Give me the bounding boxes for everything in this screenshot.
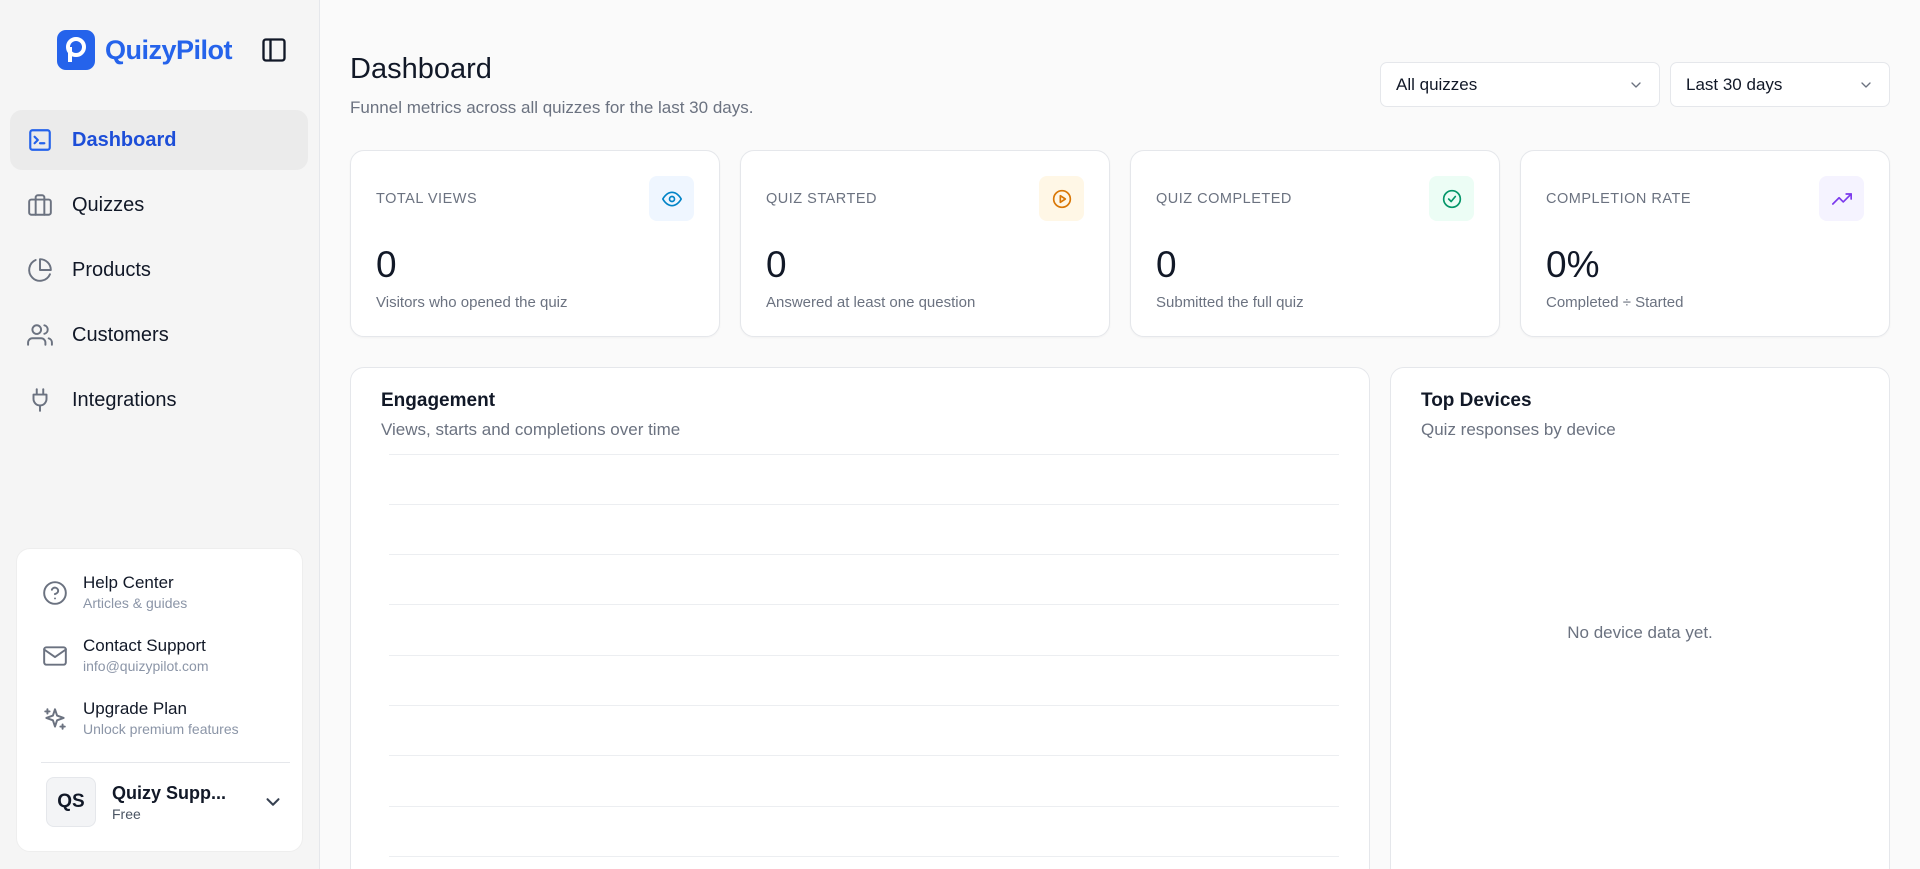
chart-gridline xyxy=(389,856,1339,857)
chart-gridline xyxy=(389,755,1339,756)
check-circle-icon xyxy=(1429,176,1474,221)
stat-description: Visitors who opened the quiz xyxy=(376,294,568,311)
panel-left-icon xyxy=(262,38,286,62)
quiz-filter-select[interactable]: All quizzes xyxy=(1380,62,1660,107)
sidebar-item-dashboard[interactable]: Dashboard xyxy=(10,110,308,170)
eye-icon xyxy=(649,176,694,221)
chart-gridline xyxy=(389,604,1339,605)
sidebar-item-integrations[interactable]: Integrations xyxy=(10,370,308,430)
quiz-filter-value: All quizzes xyxy=(1396,74,1478,94)
sidebar-item-customers[interactable]: Customers xyxy=(10,305,308,365)
logo[interactable]: QuizyPilot xyxy=(57,30,233,70)
chart-gridline xyxy=(389,806,1339,807)
sidebar-item-products[interactable]: Products xyxy=(10,240,308,300)
empty-state-message: No device data yet. xyxy=(1567,623,1713,642)
date-range-select[interactable]: Last 30 days xyxy=(1670,62,1890,107)
help-item-title: Upgrade Plan xyxy=(83,699,187,718)
logo-text: QuizyPilot xyxy=(105,34,233,65)
stat-card-completion-rate: COMPLETION RATE 0% Completed ÷ Started xyxy=(1520,150,1890,337)
sparkles-icon xyxy=(41,705,69,733)
sidebar-item-label: Integrations xyxy=(72,388,177,411)
stat-label: QUIZ COMPLETED xyxy=(1156,191,1292,207)
stat-value: 0 xyxy=(1156,244,1177,285)
stat-value: 0 xyxy=(766,244,787,285)
chevron-down-icon[interactable] xyxy=(260,789,286,815)
stat-label: COMPLETION RATE xyxy=(1546,191,1691,207)
stat-card-quiz-completed: QUIZ COMPLETED 0 Submitted the full quiz xyxy=(1130,150,1500,337)
stat-label: QUIZ STARTED xyxy=(766,191,877,207)
plug-icon xyxy=(26,386,54,414)
terminal-square-icon xyxy=(26,126,54,154)
stat-description: Completed ÷ Started xyxy=(1546,294,1684,311)
stat-card-total-views: TOTAL VIEWS 0 Visitors who opened the qu… xyxy=(350,150,720,337)
chart-gridline xyxy=(389,655,1339,656)
panel-title: Top Devices xyxy=(1421,390,1532,411)
sidebar-nav: Dashboard Quizzes Products Customers Int… xyxy=(10,110,308,435)
users-icon xyxy=(26,321,54,349)
stat-value: 0 xyxy=(376,244,397,285)
chart-gridline xyxy=(389,705,1339,706)
sidebar-item-label: Customers xyxy=(72,323,169,346)
user-menu[interactable]: QS Quizy Supp... Free xyxy=(46,777,286,827)
help-card: Help Center Articles & guides Contact Su… xyxy=(16,548,303,852)
page-subtitle: Funnel metrics across all quizzes for th… xyxy=(350,98,754,117)
trending-up-icon xyxy=(1819,176,1864,221)
play-circle-icon xyxy=(1039,176,1084,221)
mail-icon xyxy=(41,642,69,670)
sidebar-item-quizzes[interactable]: Quizzes xyxy=(10,175,308,235)
help-item-subtitle: info@quizypilot.com xyxy=(83,658,209,674)
contact-support-link[interactable]: Contact Support info@quizypilot.com xyxy=(41,636,209,674)
chart-gridline xyxy=(389,554,1339,555)
date-range-value: Last 30 days xyxy=(1686,74,1783,94)
sidebar-item-label: Products xyxy=(72,258,151,281)
user-plan: Free xyxy=(112,805,141,822)
panel-subtitle: Views, starts and completions over time xyxy=(381,420,681,439)
help-center-link[interactable]: Help Center Articles & guides xyxy=(41,573,187,611)
chevron-down-icon xyxy=(1861,81,1871,88)
stat-description: Answered at least one question xyxy=(766,294,976,311)
user-name: Quizy Supp... xyxy=(112,782,227,803)
upgrade-plan-link[interactable]: Upgrade Plan Unlock premium features xyxy=(41,699,239,737)
panel-subtitle: Quiz responses by device xyxy=(1421,420,1616,439)
engagement-panel: Engagement Views, starts and completions… xyxy=(350,367,1370,869)
stat-value: 0% xyxy=(1546,244,1600,285)
briefcase-icon xyxy=(26,191,54,219)
top-devices-panel: Top Devices Quiz responses by device No … xyxy=(1390,367,1890,869)
stat-label: TOTAL VIEWS xyxy=(376,191,478,207)
page-title: Dashboard xyxy=(350,53,492,85)
chevron-down-icon xyxy=(1631,81,1641,88)
sidebar-item-label: Quizzes xyxy=(72,193,145,216)
divider xyxy=(41,762,290,763)
logo-mark-icon xyxy=(57,30,95,70)
help-item-subtitle: Articles & guides xyxy=(83,595,188,611)
help-item-title: Contact Support xyxy=(83,636,206,655)
stat-description: Submitted the full quiz xyxy=(1156,294,1304,311)
panel-title: Engagement xyxy=(381,390,496,411)
help-item-title: Help Center xyxy=(83,573,174,592)
help-circle-icon xyxy=(41,579,69,607)
chart-gridline xyxy=(389,504,1339,505)
chart-gridline xyxy=(389,454,1339,455)
help-item-subtitle: Unlock premium features xyxy=(83,721,239,737)
avatar: QS xyxy=(46,777,96,827)
stat-card-quiz-started: QUIZ STARTED 0 Answered at least one que… xyxy=(740,150,1110,337)
sidebar: QuizyPilot Dashboard Quizzes Products Cu… xyxy=(0,0,320,869)
sidebar-toggle-button[interactable] xyxy=(258,34,290,66)
sidebar-item-label: Dashboard xyxy=(72,128,177,151)
pie-chart-icon xyxy=(26,256,54,284)
